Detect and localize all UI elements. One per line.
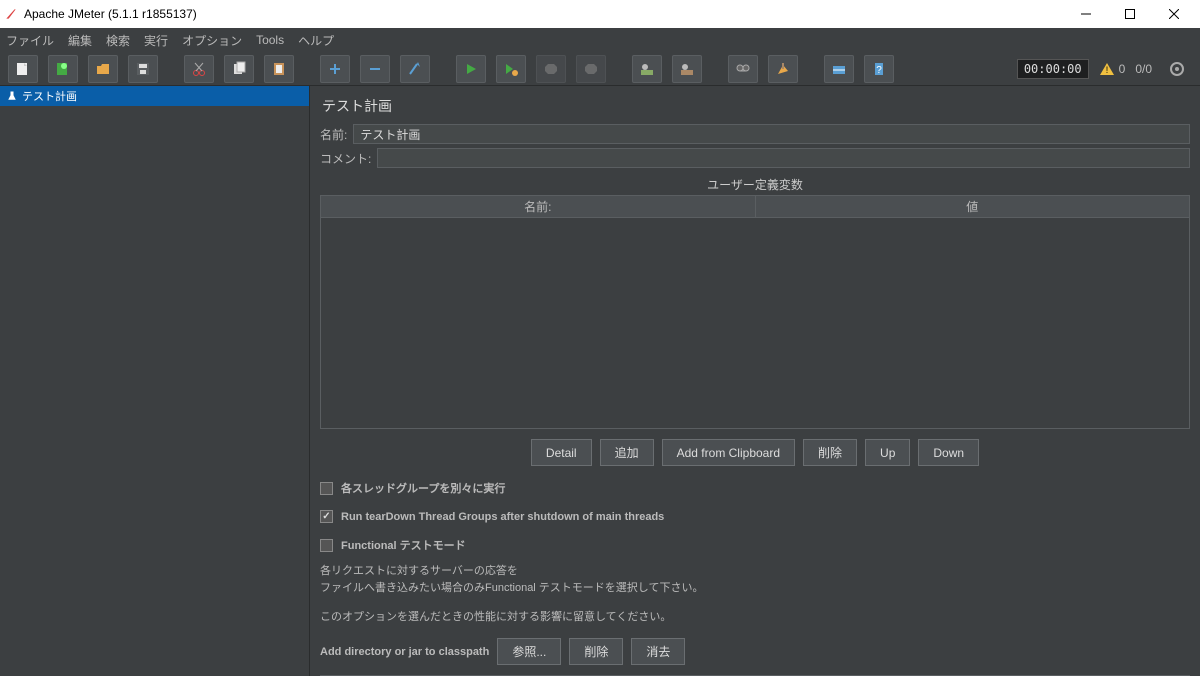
minimize-button[interactable] bbox=[1064, 0, 1108, 28]
warning-count: 0 bbox=[1119, 62, 1126, 76]
delete-button[interactable]: 削除 bbox=[803, 439, 857, 466]
checkbox-separate-threads[interactable] bbox=[320, 482, 333, 495]
window-titlebar: Apache JMeter (5.1.1 r1855137) bbox=[0, 0, 1200, 28]
function-helper-button[interactable]: ? bbox=[864, 55, 894, 83]
vars-table-header: 名前: 値 bbox=[321, 196, 1189, 218]
menu-tools[interactable]: Tools bbox=[256, 33, 284, 47]
detail-button[interactable]: Detail bbox=[531, 439, 592, 466]
col-value[interactable]: 値 bbox=[756, 196, 1190, 217]
thread-count: 0/0 bbox=[1135, 62, 1152, 76]
app-icon bbox=[4, 7, 18, 21]
checkbox-teardown-label: Run tearDown Thread Groups after shutdow… bbox=[341, 511, 664, 523]
tree-panel[interactable]: テスト計画 bbox=[0, 86, 310, 676]
clear-all-button[interactable] bbox=[768, 55, 798, 83]
vars-table: 名前: 値 bbox=[320, 195, 1190, 429]
classpath-label: Add directory or jar to classpath bbox=[320, 646, 489, 658]
menu-search[interactable]: 検索 bbox=[106, 32, 130, 49]
close-button[interactable] bbox=[1152, 0, 1196, 28]
add-clipboard-button[interactable]: Add from Clipboard bbox=[662, 439, 795, 466]
menu-edit[interactable]: 編集 bbox=[68, 32, 92, 49]
remote-stop-button[interactable] bbox=[672, 55, 702, 83]
collapse-button[interactable] bbox=[360, 55, 390, 83]
checkbox-functional[interactable] bbox=[320, 539, 333, 552]
elapsed-time: 00:00:00 bbox=[1017, 59, 1089, 79]
window-title: Apache JMeter (5.1.1 r1855137) bbox=[24, 7, 1064, 21]
help-text-1b: ファイルへ書き込みたい場合のみFunctional テストモードを選択して下さい… bbox=[320, 580, 1190, 597]
content-area: テスト計画 テスト計画 名前: コメント: ユーザー定義変数 名前: 値 Det… bbox=[0, 86, 1200, 676]
checkbox-separate-threads-label: 各スレッドグループを別々に実行 bbox=[341, 480, 505, 496]
checkbox-functional-label: Functional テストモード bbox=[341, 537, 466, 553]
help-text-1a: 各リクエストに対するサーバーの応答を bbox=[320, 563, 1190, 580]
maximize-button[interactable] bbox=[1108, 0, 1152, 28]
warning-indicator[interactable]: ! 0 bbox=[1099, 61, 1126, 77]
flask-icon bbox=[6, 90, 18, 102]
templates-button[interactable] bbox=[48, 55, 78, 83]
shutdown-button[interactable] bbox=[576, 55, 606, 83]
start-button[interactable] bbox=[456, 55, 486, 83]
panel-title: テスト計画 bbox=[322, 96, 1190, 116]
gear-button[interactable] bbox=[1162, 55, 1192, 83]
help-text-2: このオプションを選んだときの性能に対する影響に留意してください。 bbox=[320, 608, 1190, 624]
new-button[interactable] bbox=[8, 55, 38, 83]
vars-section-title: ユーザー定義変数 bbox=[320, 176, 1190, 193]
menubar: ファイル 編集 検索 実行 オプション Tools ヘルプ bbox=[0, 28, 1200, 52]
clear-button[interactable] bbox=[728, 55, 758, 83]
tree-node-label: テスト計画 bbox=[22, 88, 77, 104]
paste-button[interactable] bbox=[264, 55, 294, 83]
svg-text:?: ? bbox=[876, 65, 882, 76]
down-button[interactable]: Down bbox=[918, 439, 979, 466]
vars-table-body[interactable] bbox=[321, 218, 1189, 428]
copy-button[interactable] bbox=[224, 55, 254, 83]
col-name[interactable]: 名前: bbox=[321, 196, 756, 217]
editor-panel: テスト計画 名前: コメント: ユーザー定義変数 名前: 値 Detail 追加… bbox=[310, 86, 1200, 676]
toolbar: ? 00:00:00 ! 0 0/0 bbox=[0, 52, 1200, 86]
browse-button[interactable]: 参照... bbox=[497, 638, 561, 665]
comment-label: コメント: bbox=[320, 150, 371, 167]
cut-button[interactable] bbox=[184, 55, 214, 83]
menu-options[interactable]: オプション bbox=[182, 32, 242, 49]
toggle-button[interactable] bbox=[400, 55, 430, 83]
menu-file[interactable]: ファイル bbox=[6, 32, 54, 49]
svg-text:!: ! bbox=[1105, 65, 1108, 75]
menu-help[interactable]: ヘルプ bbox=[298, 32, 334, 49]
expand-button[interactable] bbox=[320, 55, 350, 83]
stop-button[interactable] bbox=[536, 55, 566, 83]
save-button[interactable] bbox=[128, 55, 158, 83]
remote-start-button[interactable] bbox=[632, 55, 662, 83]
name-input[interactable] bbox=[353, 124, 1190, 144]
checkbox-teardown[interactable]: ✓ bbox=[320, 510, 333, 523]
search-button[interactable] bbox=[824, 55, 854, 83]
name-label: 名前: bbox=[320, 126, 347, 143]
tree-node-test-plan[interactable]: テスト計画 bbox=[0, 86, 309, 106]
cp-delete-button[interactable]: 削除 bbox=[569, 638, 623, 665]
up-button[interactable]: Up bbox=[865, 439, 910, 466]
clear-cp-button[interactable]: 消去 bbox=[631, 638, 685, 665]
start-no-pause-button[interactable] bbox=[496, 55, 526, 83]
menu-run[interactable]: 実行 bbox=[144, 32, 168, 49]
add-button[interactable]: 追加 bbox=[600, 439, 654, 466]
warning-icon: ! bbox=[1099, 61, 1115, 77]
comment-input[interactable] bbox=[377, 148, 1190, 168]
open-button[interactable] bbox=[88, 55, 118, 83]
